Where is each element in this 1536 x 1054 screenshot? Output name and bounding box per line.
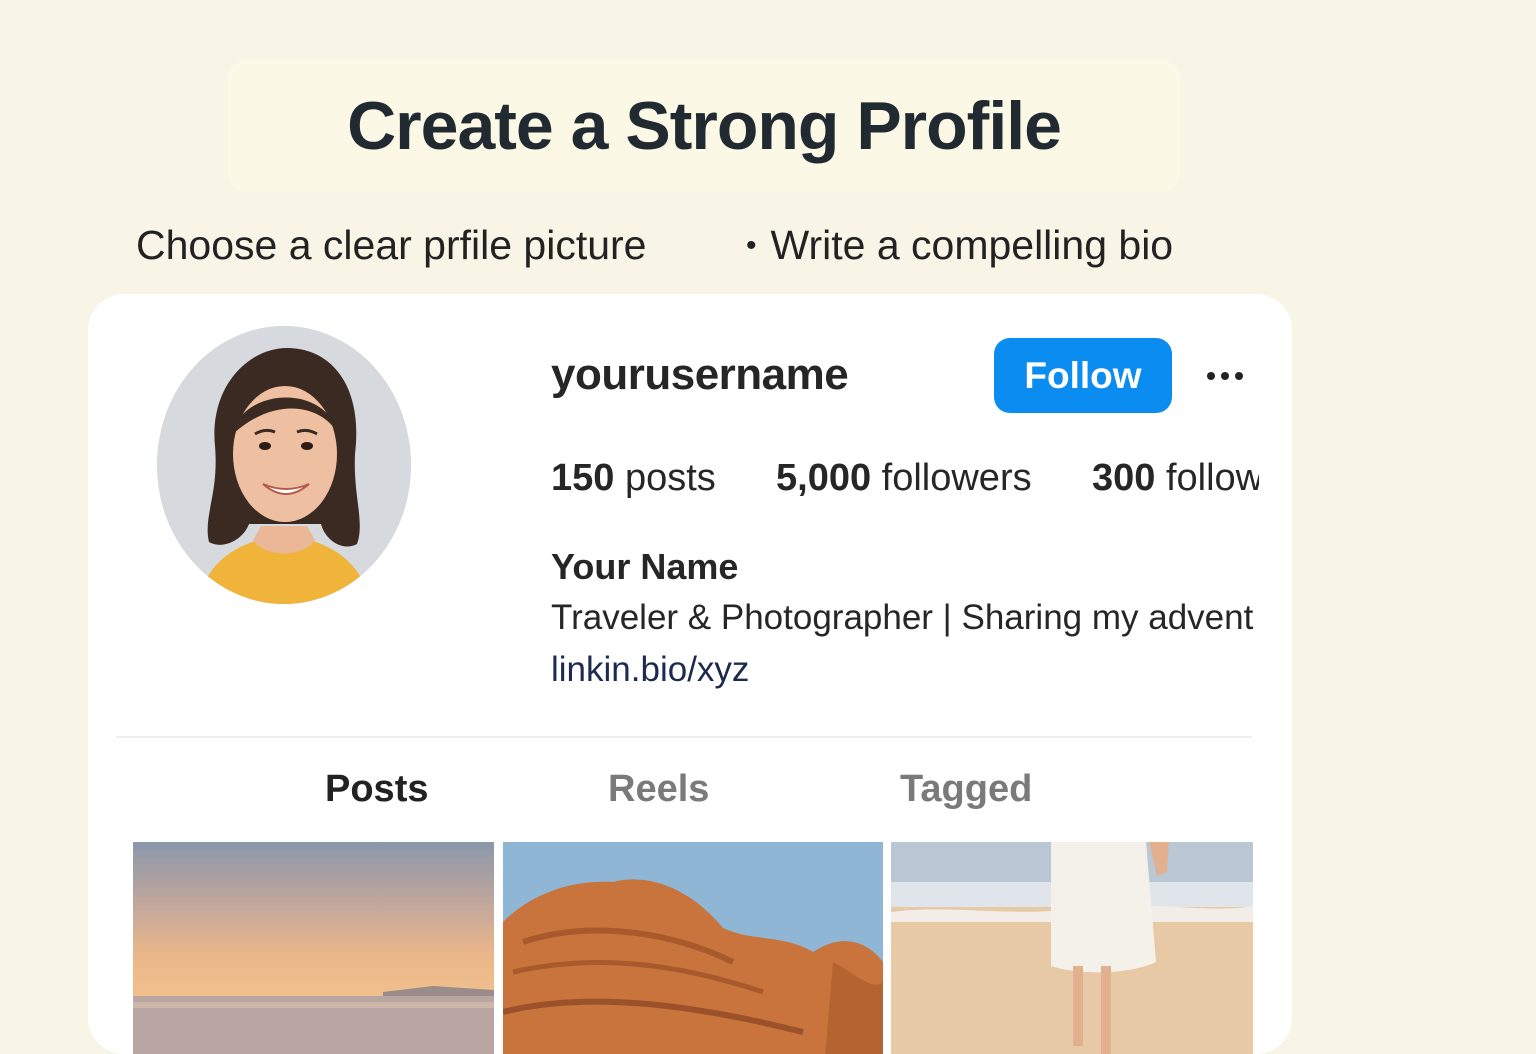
grid-post-sunset[interactable]: [133, 842, 494, 1054]
tip-profile-picture: Choose a clear prfile picture: [136, 222, 647, 268]
avatar[interactable]: [157, 326, 411, 604]
dot-icon: [1235, 372, 1243, 380]
profile-card: yourusername Follow 150 posts 5,000 foll…: [88, 294, 1292, 1054]
title-banner: Create a Strong Profile: [228, 60, 1180, 192]
bio-text: Traveler & Photographer | Sharing my adv…: [551, 598, 1255, 637]
grid-post-beach[interactable]: [891, 842, 1253, 1054]
beach-walk-photo-icon: [891, 842, 1253, 1054]
avatar-portrait-icon: [157, 326, 411, 604]
display-name: Your Name: [551, 546, 739, 587]
followers-count[interactable]: 5,000 followers: [776, 457, 1032, 500]
tab-posts[interactable]: Posts: [325, 768, 428, 811]
following-count[interactable]: 300 following: [1092, 457, 1259, 500]
follow-button[interactable]: Follow: [994, 338, 1172, 413]
page-title: Create a Strong Profile: [347, 88, 1062, 164]
bio-link[interactable]: linkin.bio/xyz: [551, 650, 749, 690]
username: yourusername: [551, 350, 849, 399]
profile-stats: 150 posts 5,000 followers 300 following: [551, 457, 1259, 511]
red-rock-canyon-photo-icon: [503, 842, 883, 1054]
divider: [116, 736, 1252, 738]
sunset-sea-photo-icon: [133, 842, 494, 1054]
bullet-icon: •: [746, 229, 757, 262]
tab-tagged[interactable]: Tagged: [900, 768, 1032, 811]
dot-icon: [1221, 372, 1229, 380]
tip-bio-text: Write a compelling bio: [770, 222, 1174, 268]
posts-count[interactable]: 150 posts: [551, 457, 716, 500]
grid-post-canyon[interactable]: [503, 842, 883, 1054]
tab-reels[interactable]: Reels: [608, 768, 709, 811]
dot-icon: [1207, 372, 1215, 380]
tip-bio: • Write a compelling bio: [746, 222, 1173, 269]
more-options-icon[interactable]: [1198, 358, 1252, 394]
